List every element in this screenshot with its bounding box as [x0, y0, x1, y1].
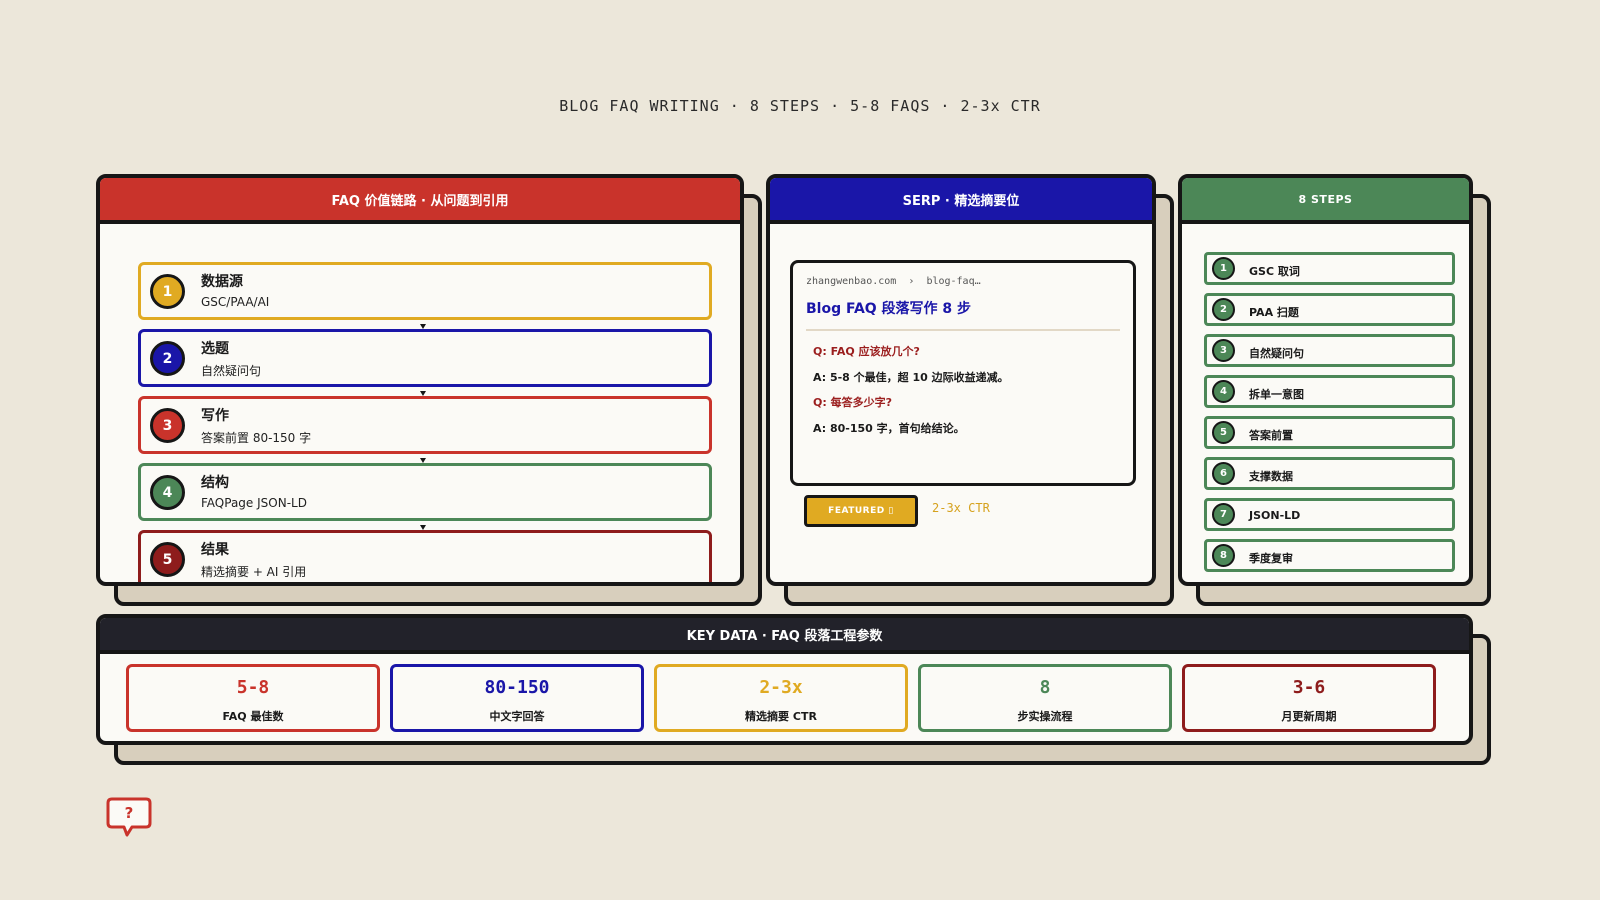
step-label: 拆单一意图 — [1249, 388, 1304, 401]
step-subtitle: 自然疑问句 — [201, 364, 262, 378]
faq-chain-header: FAQ 价值链路 · 从问题到引用 — [100, 178, 740, 224]
key-data-value: 2-3x — [759, 677, 803, 698]
panel-card: 8 STEPS 1 GSC 取词 2 PAA 扫题 3 自然疑问句 4 拆单一意… — [1178, 174, 1473, 586]
step-title: 结果 — [201, 542, 229, 558]
key-data-panel: KEY DATA · FAQ 段落工程参数 5-8 FAQ 最佳数 80-150… — [96, 614, 1491, 765]
step-item-5: 5 答案前置 — [1204, 416, 1455, 449]
step-label: GSC 取词 — [1249, 265, 1300, 278]
key-data-value: 8 — [1039, 677, 1051, 698]
key-data-label: 中文字回答 — [489, 710, 545, 723]
step-number-badge: 4 — [150, 475, 185, 510]
step-number-badge: 3 — [150, 408, 185, 443]
steps-panel: 8 STEPS 1 GSC 取词 2 PAA 扫题 3 自然疑问句 4 拆单一意… — [1178, 174, 1491, 606]
page-title: BLOG FAQ WRITING · 8 STEPS · 5-8 FAQS · … — [559, 97, 1041, 115]
key-data-header: KEY DATA · FAQ 段落工程参数 — [100, 618, 1469, 654]
step-number-badge: 3 — [1212, 339, 1235, 362]
serp-result-title[interactable]: Blog FAQ 段落写作 8 步 — [806, 298, 971, 318]
faq-question: Q: 每答多少字? — [813, 396, 892, 409]
step-number-badge: 5 — [1212, 421, 1235, 444]
step-label: 自然疑问句 — [1249, 347, 1304, 360]
faq-answer: A: 5-8 个最佳，超 10 边际收益递减。 — [813, 371, 1009, 384]
step-number-badge: 1 — [150, 274, 185, 309]
chain-step-5: 5 结果 精选摘要 + AI 引用 — [138, 530, 712, 582]
featured-badge: FEATURED ▯ — [804, 495, 918, 527]
divider — [806, 329, 1120, 331]
key-data-card: 80-150 中文字回答 — [390, 664, 644, 732]
serp-result: zhangwenbao.com › blog-faq… Blog FAQ 段落写… — [790, 260, 1136, 486]
panel-card: SERP · 精选摘要位 zhangwenbao.com › blog-faq…… — [766, 174, 1156, 586]
key-data-value: 3-6 — [1292, 677, 1326, 698]
panel-card: KEY DATA · FAQ 段落工程参数 5-8 FAQ 最佳数 80-150… — [96, 614, 1473, 745]
serp-url-domain: zhangwenbao.com — [806, 276, 897, 287]
step-number-badge: 1 — [1212, 257, 1235, 280]
steps-header: 8 STEPS — [1182, 178, 1469, 224]
serp-url-path: blog-faq… — [926, 276, 981, 287]
step-item-8: 8 季度复审 — [1204, 539, 1455, 572]
faq-bubble-glyph: ? — [125, 804, 134, 822]
chain-step-4: 4 结构 FAQPage JSON-LD — [138, 463, 712, 521]
chain-step-1: 1 数据源 GSC/PAA/AI — [138, 262, 712, 320]
step-number-badge: 6 — [1212, 462, 1235, 485]
key-data-value: 5-8 — [236, 677, 270, 698]
step-number-badge: 2 — [1212, 298, 1235, 321]
step-label: JSON-LD — [1249, 509, 1301, 522]
step-number-badge: 4 — [1212, 380, 1235, 403]
step-label: PAA 扫题 — [1249, 306, 1299, 319]
key-data-card: 3-6 月更新周期 — [1182, 664, 1436, 732]
step-item-2: 2 PAA 扫题 — [1204, 293, 1455, 326]
panel-card: FAQ 价值链路 · 从问题到引用 1 数据源 GSC/PAA/AI 2 选题 … — [96, 174, 744, 586]
step-title: 数据源 — [201, 274, 243, 290]
step-title: 结构 — [201, 475, 229, 491]
key-data-label: 月更新周期 — [1281, 710, 1337, 723]
step-label: 答案前置 — [1249, 429, 1293, 442]
step-number-badge: 7 — [1212, 503, 1235, 526]
step-item-4: 4 拆单一意图 — [1204, 375, 1455, 408]
faq-question: Q: FAQ 应该放几个? — [813, 345, 920, 358]
serp-panel: SERP · 精选摘要位 zhangwenbao.com › blog-faq…… — [766, 174, 1174, 606]
step-subtitle: FAQPage JSON-LD — [201, 496, 307, 510]
key-data-label: 步实操流程 — [1017, 710, 1073, 723]
step-subtitle: GSC/PAA/AI — [201, 295, 270, 309]
step-number-badge: 2 — [150, 341, 185, 376]
key-data-value: 80-150 — [484, 677, 550, 698]
step-number-badge: 8 — [1212, 544, 1235, 567]
serp-url: zhangwenbao.com › blog-faq… — [806, 276, 981, 287]
step-title: 选题 — [201, 341, 229, 357]
faq-chain-panel: FAQ 价值链路 · 从问题到引用 1 数据源 GSC/PAA/AI 2 选题 … — [96, 174, 762, 606]
key-data-card: 5-8 FAQ 最佳数 — [126, 664, 380, 732]
faq-answer: A: 80-150 字，首句给结论。 — [813, 422, 965, 435]
ctr-label: 2-3x CTR — [932, 501, 990, 515]
step-title: 写作 — [201, 408, 229, 424]
key-data-card: 2-3x 精选摘要 CTR — [654, 664, 908, 732]
step-label: 支撑数据 — [1249, 470, 1293, 483]
key-data-card: 8 步实操流程 — [918, 664, 1172, 732]
key-data-label: 精选摘要 CTR — [745, 710, 817, 723]
step-subtitle: 答案前置 80-150 字 — [201, 431, 312, 445]
step-item-1: 1 GSC 取词 — [1204, 252, 1455, 285]
chain-step-3: 3 写作 答案前置 80-150 字 — [138, 396, 712, 454]
step-item-6: 6 支撑数据 — [1204, 457, 1455, 490]
step-subtitle: 精选摘要 + AI 引用 — [201, 565, 307, 579]
serp-header: SERP · 精选摘要位 — [770, 178, 1152, 224]
step-item-3: 3 自然疑问句 — [1204, 334, 1455, 367]
faq-bubble-icon: ? — [106, 797, 152, 843]
step-number-badge: 5 — [150, 542, 185, 577]
chain-step-2: 2 选题 自然疑问句 — [138, 329, 712, 387]
key-data-label: FAQ 最佳数 — [222, 710, 284, 723]
breadcrumb-separator-icon: › — [908, 276, 915, 287]
step-item-7: 7 JSON-LD — [1204, 498, 1455, 531]
step-label: 季度复审 — [1249, 552, 1293, 565]
